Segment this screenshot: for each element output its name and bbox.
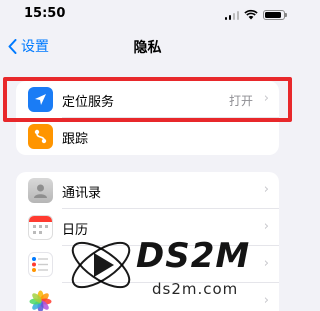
- reminders-icon: [28, 252, 53, 277]
- status-time: 15:50: [24, 6, 66, 21]
- contacts-icon: [28, 178, 53, 203]
- watermark-url: ds2m.com: [152, 280, 239, 298]
- list-item-contacts[interactable]: 通讯录 ›: [16, 172, 279, 209]
- battery-icon: [263, 9, 287, 20]
- status-icons: [224, 9, 287, 20]
- wifi-icon: [244, 9, 258, 20]
- watermark-logo-icon: [71, 241, 131, 289]
- navigation-bar: 设置 隐私: [0, 30, 295, 62]
- calendar-icon: [28, 215, 53, 240]
- photos-icon: [28, 289, 53, 311]
- tracking-icon: [28, 124, 53, 149]
- list-item-label: 通讯录: [62, 186, 102, 201]
- status-bar: 15:50: [0, 0, 295, 30]
- cellular-signal-icon: [224, 10, 239, 20]
- watermark-logo-text: DS2M: [136, 236, 251, 276]
- list-item-tracking[interactable]: 跟踪: [16, 118, 279, 155]
- list-item-label: 跟踪: [62, 132, 89, 147]
- highlight-box: [3, 77, 292, 122]
- watermark: DS2M ds2m.com: [60, 222, 295, 311]
- page-title: 隐私: [133, 40, 162, 56]
- chevron-right-icon: ›: [263, 182, 269, 197]
